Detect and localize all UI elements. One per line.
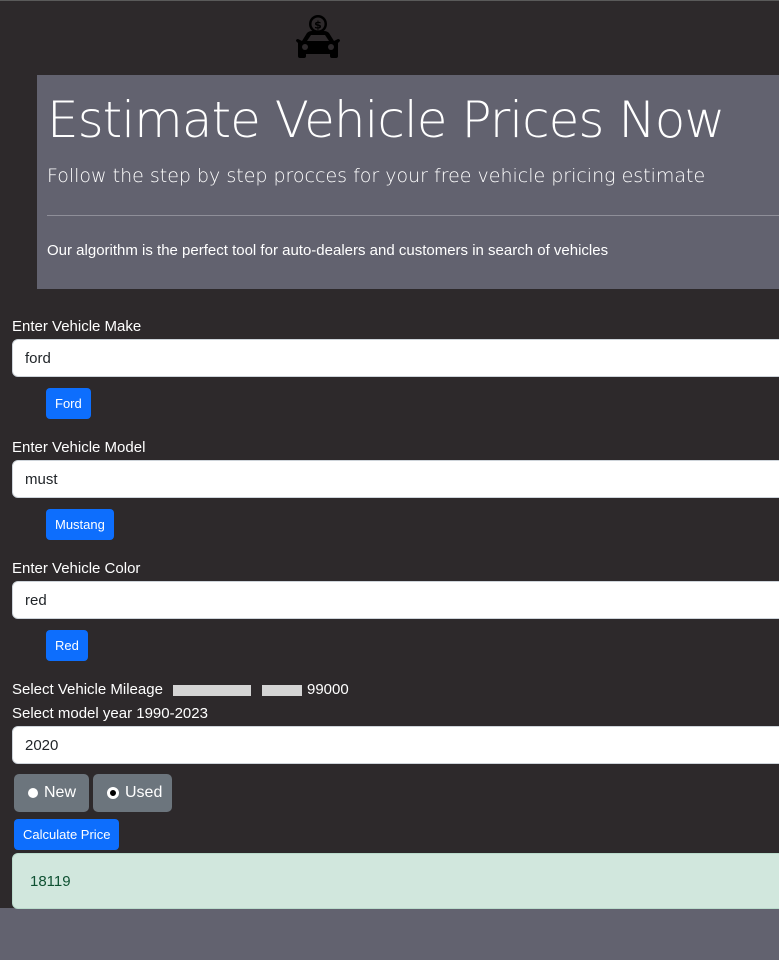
price-result-value: 18119: [30, 872, 71, 890]
make-input[interactable]: [12, 339, 779, 377]
mileage-slider-handle[interactable]: [262, 685, 302, 696]
price-result-alert: 18119: [12, 853, 779, 909]
make-label: Enter Vehicle Make: [12, 318, 142, 335]
page: $ Estimate Vehicle Prices Now Follow the…: [0, 0, 779, 909]
condition-used-radio[interactable]: Used: [93, 774, 172, 812]
make-suggestion-button[interactable]: Ford: [46, 388, 91, 419]
mileage-label: Select Vehicle Mileage: [12, 681, 163, 698]
page-title: Estimate Vehicle Prices Now: [47, 91, 725, 149]
color-label: Enter Vehicle Color: [12, 560, 141, 577]
color-suggestion-button[interactable]: Red: [46, 630, 88, 661]
mileage-slider-track[interactable]: [173, 685, 251, 696]
car-price-icon: $: [296, 15, 340, 58]
color-input[interactable]: [12, 581, 779, 619]
hero-banner: Estimate Vehicle Prices Now Follow the s…: [37, 75, 779, 289]
model-input[interactable]: [12, 460, 779, 498]
condition-new-label: New: [44, 784, 77, 801]
year-input[interactable]: [12, 726, 779, 764]
svg-text:$: $: [314, 19, 322, 32]
model-label: Enter Vehicle Model: [12, 439, 146, 456]
model-suggestion-button[interactable]: Mustang: [46, 509, 114, 540]
calculate-price-button[interactable]: Calculate Price: [14, 819, 120, 850]
hero-description: Our algorithm is the perfect tool for au…: [47, 242, 609, 259]
mileage-value: 99000: [307, 681, 349, 698]
hero-subtitle: Follow the step by step procces for your…: [47, 165, 706, 187]
condition-used-label: Used: [125, 784, 163, 801]
radio-unchecked-icon: [28, 788, 38, 798]
condition-new-radio[interactable]: New: [14, 774, 89, 812]
hero-divider: [47, 215, 779, 216]
year-label: Select model year 1990-2023: [12, 705, 208, 722]
radio-checked-icon: [107, 787, 119, 799]
